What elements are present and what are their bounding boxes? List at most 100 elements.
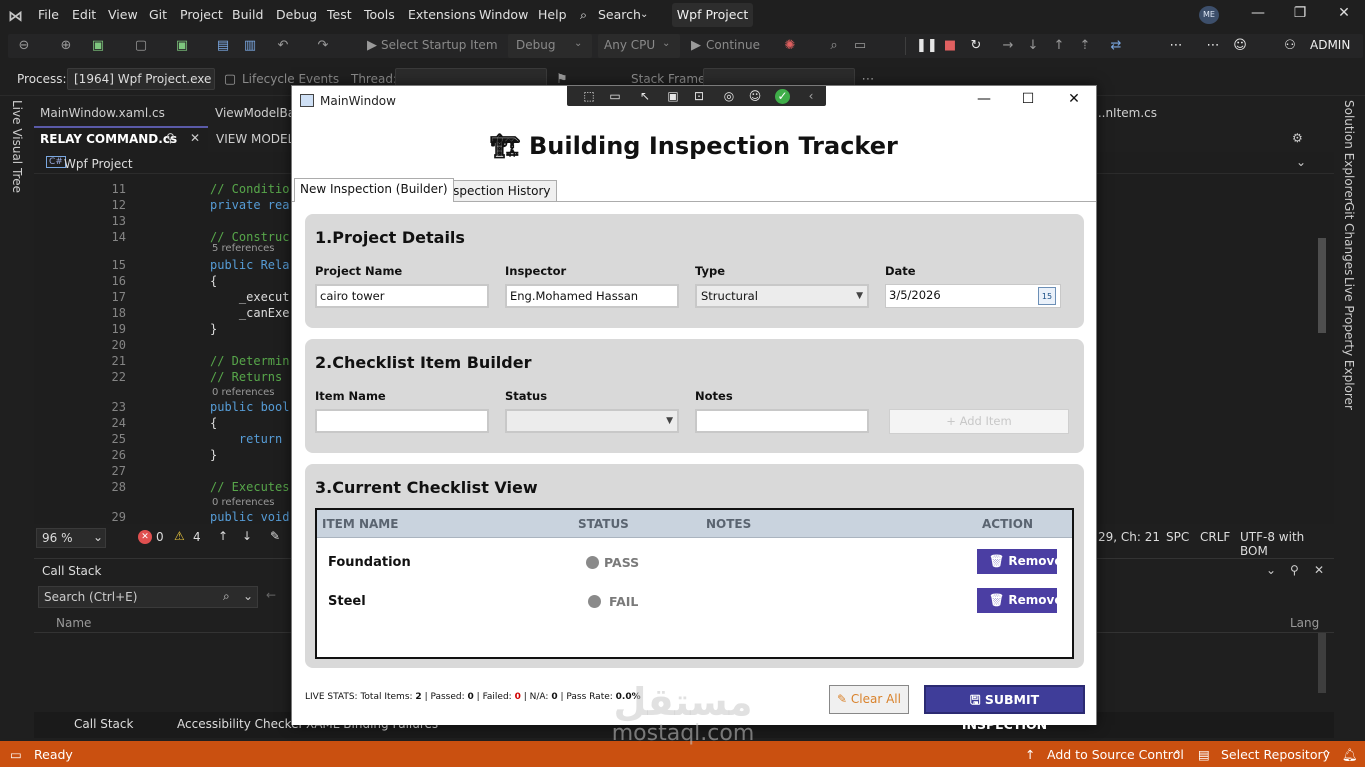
notifications-bell-icon[interactable]: 🔔︎ — [1342, 747, 1358, 763]
brush-icon[interactable]: ✎ — [270, 529, 280, 543]
code-line[interactable]: 22 // Returns — [34, 370, 334, 386]
continue-button[interactable]: Continue — [706, 38, 760, 52]
diagnostics-icon[interactable]: ⇄ — [1108, 38, 1124, 54]
editor-scrollbar-thumb[interactable] — [1318, 238, 1326, 333]
code-line[interactable]: 26} — [34, 448, 334, 464]
menu-project[interactable]: Project — [180, 7, 223, 22]
step-into-icon[interactable]: ↓ — [1025, 38, 1041, 54]
avatar[interactable]: ME — [1199, 6, 1219, 24]
tab-relay-command[interactable]: RELAY COMMAND.cs ⚲ ✕ — [34, 126, 208, 152]
wpf-maximize-icon[interactable]: ☐ — [1018, 91, 1038, 107]
pointer-icon[interactable]: ↖ — [637, 88, 653, 104]
back-icon[interactable]: ⊖ — [16, 38, 32, 54]
clear-all-button[interactable]: ✎ Clear All — [829, 685, 909, 714]
menu-edit[interactable]: Edit — [72, 7, 96, 22]
find-icon[interactable]: ⌕ — [826, 38, 842, 54]
menu-window[interactable]: Window — [479, 7, 528, 22]
code-line[interactable]: 19} — [34, 322, 334, 338]
close-tab-icon[interactable]: ✕ — [190, 131, 200, 145]
step-back-icon[interactable]: ⇡ — [1077, 38, 1093, 54]
accessibility-icon[interactable]: ☺ — [747, 88, 763, 104]
redo-icon[interactable]: ↷ — [315, 38, 331, 54]
previous-issue-icon[interactable]: ↑ — [218, 529, 228, 543]
remove-button[interactable]: 🗑︎ Remove — [977, 588, 1057, 613]
references-codelens[interactable]: 0 references — [212, 387, 275, 398]
status-dropdown[interactable]: ▼ — [505, 409, 679, 433]
panel-chevron-down-icon[interactable]: ⌄ — [1266, 563, 1276, 577]
tab-mainwindow-xaml-cs[interactable]: MainWindow.xaml.cs — [40, 106, 165, 120]
live-property-explorer-tab[interactable]: Live Property Explorer — [1342, 277, 1356, 410]
close-icon[interactable]: ✕ — [1334, 5, 1354, 23]
menu-file[interactable]: File — [38, 7, 59, 22]
select-repository-button[interactable]: Select Repository — [1221, 747, 1330, 762]
references-codelens[interactable]: 5 references — [212, 243, 275, 254]
process-dropdown[interactable]: [1964] Wpf Project.exe — [67, 68, 215, 90]
forward-icon[interactable]: ⊕ — [58, 38, 74, 54]
window-icon[interactable]: ▭ — [852, 38, 868, 54]
live-share-icon[interactable]: ⚇ — [1282, 38, 1298, 54]
back-arrow-icon[interactable]: ← — [266, 588, 276, 602]
maximize-icon[interactable]: ❐ — [1290, 5, 1310, 23]
pin-icon[interactable]: ⚲ — [166, 131, 175, 145]
panel-close-icon[interactable]: ✕ — [1314, 563, 1324, 577]
hot-reload-icon[interactable]: ✺ — [782, 38, 798, 54]
step-over-icon[interactable]: → — [1000, 38, 1016, 54]
code-line[interactable]: 20 — [34, 338, 334, 354]
table-row[interactable]: Foundation PASS 🗑︎ Remove — [317, 543, 1072, 581]
wpf-minimize-icon[interactable]: — — [974, 91, 994, 107]
continue-icon[interactable]: ▶ — [688, 38, 704, 54]
git-changes-tab[interactable]: Git Changes — [1342, 202, 1356, 275]
code-line[interactable]: 28 // Executes — [34, 480, 334, 496]
code-line[interactable]: 17 _execut — [34, 290, 334, 306]
admin-label[interactable]: ADMIN — [1310, 38, 1350, 52]
tab-inspection-history[interactable]: Inspection History — [436, 180, 557, 202]
select-element-icon[interactable]: ⬚ — [581, 88, 597, 104]
date-picker[interactable]: 3/5/2026 15 — [885, 284, 1061, 308]
next-issue-icon[interactable]: ↓ — [242, 529, 252, 543]
code-line[interactable]: 24 { — [34, 416, 334, 432]
item-name-input[interactable] — [315, 409, 489, 433]
tab-item-cs[interactable]: ...nItem.cs — [1094, 106, 1157, 120]
panel-scrollbar[interactable] — [1318, 633, 1326, 693]
inspector-input[interactable]: Eng.Mohamed Hassan — [505, 284, 679, 308]
code-line[interactable]: 23 public bool — [34, 400, 334, 416]
warning-icon[interactable]: ⚠ — [174, 529, 185, 543]
table-row[interactable]: Steel FAIL 🗑︎ Remove — [317, 582, 1072, 620]
search-chevron-down-icon[interactable]: ⌄ — [243, 589, 253, 603]
column-action[interactable]: ACTION — [982, 517, 1033, 531]
open-file-icon[interactable]: ▢ — [133, 38, 149, 54]
error-icon[interactable]: ✕ — [138, 530, 152, 544]
collapse-chevron-left-icon[interactable]: ‹ — [803, 88, 819, 104]
visual-studio-logo-icon[interactable]: ⋈ — [8, 7, 26, 25]
column-lang[interactable]: Lang — [1290, 616, 1319, 630]
line-ending-indicator[interactable]: CRLF — [1200, 530, 1230, 544]
checkmark-icon[interactable]: ✓ — [775, 89, 790, 104]
column-notes[interactable]: NOTES — [706, 517, 751, 531]
code-line[interactable]: 27 — [34, 464, 334, 480]
search-icon[interactable]: ⌕ — [580, 7, 587, 23]
step-out-icon[interactable]: ↑ — [1051, 38, 1067, 54]
panel-pin-icon[interactable]: ⚲ — [1290, 563, 1299, 577]
stop-icon[interactable]: ■ — [942, 38, 958, 54]
lifecycle-icon[interactable]: ▢ — [222, 72, 238, 88]
menu-build[interactable]: Build — [232, 7, 263, 22]
search-chevron-down-icon[interactable]: ⌄ — [640, 9, 648, 20]
menu-debug[interactable]: Debug — [276, 7, 317, 22]
menu-test[interactable]: Test — [327, 7, 352, 22]
menu-tools[interactable]: Tools — [364, 7, 395, 22]
whitespace-indicator[interactable]: SPC — [1166, 530, 1189, 544]
save-all-icon[interactable]: ▥ — [242, 38, 258, 54]
add-item-button[interactable]: + Add Item — [889, 409, 1069, 434]
copilot-icon[interactable]: ☺ — [1232, 38, 1248, 54]
add-to-source-control-button[interactable]: Add to Source Control — [1047, 747, 1184, 762]
undo-icon[interactable]: ↶ — [275, 38, 291, 54]
lifecycle-events-button[interactable]: Lifecycle Events — [242, 72, 339, 86]
startup-item-dropdown[interactable]: Select Startup Item — [381, 38, 498, 52]
more-icon[interactable]: ⋯ — [1168, 38, 1184, 54]
pause-icon[interactable]: ❚❚ — [916, 38, 938, 54]
solution-explorer-tab[interactable]: Solution Explorer — [1342, 100, 1356, 203]
code-line[interactable]: 15 public Rela — [34, 258, 334, 274]
tab-accessibility-checker[interactable]: Accessibility Checker — [177, 717, 303, 731]
column-item-name[interactable]: ITEM NAME — [322, 517, 398, 531]
code-line[interactable]: 21 // Determin — [34, 354, 334, 370]
